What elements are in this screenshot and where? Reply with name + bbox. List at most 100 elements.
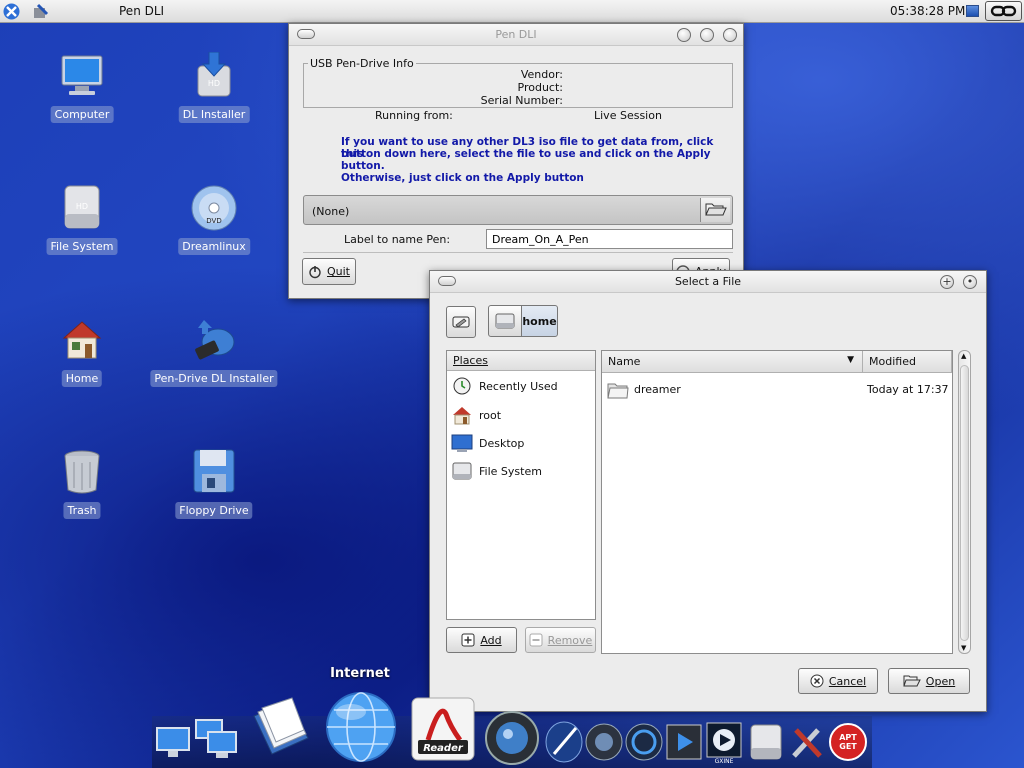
system-tools-icon[interactable] xyxy=(32,3,49,20)
select-file-dialog: Select a File + • home Places Recently U… xyxy=(429,270,987,712)
xine-player-icon[interactable] xyxy=(664,722,704,762)
home-icon xyxy=(453,407,471,425)
file-list-scrollbar[interactable]: ▲ ▼ xyxy=(958,350,971,654)
sort-arrow-icon: ▼ xyxy=(847,355,854,365)
add-bookmark-button[interactable]: Add xyxy=(446,627,517,653)
open-button[interactable]: Open xyxy=(888,668,970,694)
clock[interactable]: 05:38:28 PM xyxy=(890,4,965,18)
workspace-icon[interactable] xyxy=(966,5,979,17)
folder-icon xyxy=(607,383,629,399)
pen-dli-window: Pen DLI USB Pen-Drive Info Vendor: Produ… xyxy=(288,23,744,299)
apt-get-icon[interactable]: APT GET xyxy=(828,720,868,764)
browse-button[interactable] xyxy=(700,198,730,222)
scroll-up-arrow-icon[interactable]: ▲ xyxy=(961,352,966,360)
pencil-icon xyxy=(452,316,470,328)
dock: Reader GXINE APT GET xyxy=(152,692,872,768)
audio-speaker-icon[interactable] xyxy=(584,722,624,762)
documents-icon[interactable] xyxy=(248,694,314,762)
top-panel: Pen DLI 05:38:28 PM xyxy=(0,0,1024,23)
window-titlebar[interactable]: Select a File + • xyxy=(430,271,986,293)
hard-disk-icon[interactable] xyxy=(748,722,784,762)
pen-name-label: Label to name Pen: xyxy=(344,233,451,246)
gxine-icon[interactable]: GXINE xyxy=(704,720,744,764)
column-modified-label: Modified xyxy=(869,355,916,368)
column-header-name[interactable]: Name ▼ xyxy=(602,351,863,373)
place-file-system[interactable]: File System xyxy=(451,460,542,482)
running-from-value: Live Session xyxy=(594,109,662,122)
svg-text:APT: APT xyxy=(839,733,857,742)
desktop-icon-computer[interactable]: Computer xyxy=(21,52,143,152)
monitor-icon[interactable] xyxy=(155,724,191,760)
adobe-reader-icon[interactable]: Reader xyxy=(410,696,476,762)
remove-label: Remove xyxy=(547,633,593,647)
hard-disk-icon: HD xyxy=(64,185,100,229)
inkscape-pen-icon[interactable] xyxy=(544,720,584,764)
iso-file-chooser-button[interactable]: (None) xyxy=(303,195,733,225)
place-label: root xyxy=(479,408,502,422)
internet-globe-icon[interactable] xyxy=(324,690,398,764)
place-desktop[interactable]: Desktop xyxy=(451,432,524,454)
window-title: Pen DLI xyxy=(495,28,537,41)
svg-text:HD: HD xyxy=(208,79,220,88)
column-header-modified[interactable]: Modified xyxy=(863,351,952,373)
iso-file-value: (None) xyxy=(312,205,350,218)
usb-info-title: USB Pen-Drive Info xyxy=(310,57,414,70)
scroll-down-arrow-icon[interactable]: ▼ xyxy=(961,644,966,652)
network-connection-button[interactable] xyxy=(985,1,1022,21)
close-button[interactable] xyxy=(723,28,737,42)
breadcrumb-filesystem[interactable] xyxy=(488,305,522,337)
computer-icon xyxy=(61,55,103,95)
scrollbar-thumb[interactable] xyxy=(960,365,969,641)
window-title: Select a File xyxy=(674,275,742,288)
place-label: Desktop xyxy=(479,436,525,450)
place-recently-used[interactable]: Recently Used xyxy=(451,375,558,397)
minimize-button[interactable] xyxy=(677,28,691,42)
network-icon[interactable] xyxy=(194,718,238,760)
window-titlebar[interactable]: Pen DLI xyxy=(289,24,743,46)
desktop-icon xyxy=(451,434,473,452)
close-button[interactable]: • xyxy=(963,275,977,289)
installer-drive-icon: HD xyxy=(197,52,231,97)
desktop-icon-dreamlinux[interactable]: DVD Dreamlinux xyxy=(153,184,275,284)
instruction-text: Otherwise, just click on the Apply butto… xyxy=(341,172,584,184)
column-name-label: Name xyxy=(608,355,641,368)
remove-bookmark-button[interactable]: Remove xyxy=(525,627,596,653)
type-location-toggle[interactable] xyxy=(446,306,476,338)
camera-lens-icon[interactable] xyxy=(484,710,540,766)
desktop-icon-dl-installer[interactable]: HD DL Installer xyxy=(153,52,275,152)
add-label: Add xyxy=(480,633,502,647)
file-row[interactable]: dreamer Today at 17:37 xyxy=(602,378,952,402)
quit-button[interactable]: Quit xyxy=(302,258,356,285)
svg-text:GXINE: GXINE xyxy=(715,758,734,764)
desktop-icon-label: Trash xyxy=(63,502,101,519)
desktop-icon-label: Floppy Drive xyxy=(175,502,253,519)
desktop-icon-pen-drive-installer[interactable]: Pen-Drive DL Installer xyxy=(150,316,278,416)
home-icon xyxy=(62,321,102,359)
places-header[interactable]: Places xyxy=(447,351,595,371)
maximize-button[interactable] xyxy=(700,28,714,42)
desktop-icon-label: DL Installer xyxy=(178,106,250,123)
media-player-icon[interactable] xyxy=(624,722,664,762)
desktop-icon-label: Computer xyxy=(50,106,114,123)
dreamlinux-menu-icon[interactable] xyxy=(3,3,20,20)
desktop-icon-file-system[interactable]: HD File System xyxy=(21,184,143,284)
place-label: Recently Used xyxy=(479,379,558,393)
desktop-icon-floppy-drive[interactable]: Floppy Drive xyxy=(153,448,275,548)
hard-disk-icon xyxy=(495,313,515,329)
product-label: Product: xyxy=(517,81,563,94)
tools-icon[interactable] xyxy=(788,722,826,762)
power-icon xyxy=(309,265,321,278)
desktop-icon-label: Home xyxy=(61,370,103,387)
cancel-button[interactable]: Cancel xyxy=(798,668,878,694)
maximize-button[interactable]: + xyxy=(940,275,954,289)
breadcrumb-home[interactable]: home xyxy=(521,305,558,337)
desktop-icon-trash[interactable]: Trash xyxy=(21,448,143,548)
desktop-icon-home[interactable]: Home xyxy=(21,316,143,416)
desktop-icon-label: Dreamlinux xyxy=(178,238,250,255)
pen-name-field[interactable] xyxy=(486,229,733,249)
usb-drive-icon xyxy=(195,320,235,360)
cancel-icon xyxy=(810,674,824,688)
file-modified: Today at 17:37 xyxy=(867,383,949,396)
recent-icon xyxy=(453,377,471,395)
place-root[interactable]: root xyxy=(451,404,501,426)
